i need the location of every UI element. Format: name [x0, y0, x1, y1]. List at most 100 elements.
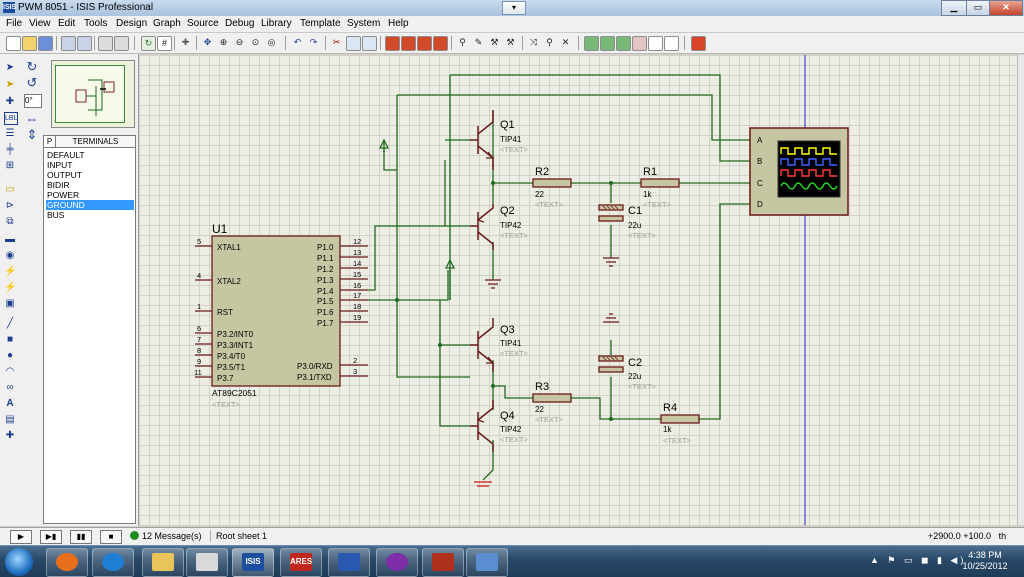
print-icon[interactable]	[98, 36, 113, 51]
terminal-item-default[interactable]: DEFAULT	[46, 150, 134, 160]
open-folder-icon[interactable]	[22, 36, 37, 51]
minimize-button[interactable]: ▁	[941, 0, 967, 16]
taskbar-keil[interactable]	[328, 548, 370, 577]
menu-system[interactable]: System	[347, 18, 380, 29]
export-icon[interactable]	[77, 36, 92, 51]
maximize-button[interactable]: ▭	[966, 0, 990, 16]
cut-icon[interactable]: ✂	[330, 36, 343, 49]
mirror-vertical-icon[interactable]: ⇕	[25, 128, 39, 142]
r2-resistor[interactable]	[532, 178, 572, 188]
bus-icon[interactable]: ╪	[4, 144, 16, 155]
save-icon[interactable]	[38, 36, 53, 51]
generator-icon[interactable]: ◉	[4, 250, 16, 261]
exit-to-parent-icon[interactable]	[616, 36, 631, 51]
print-area-icon[interactable]	[114, 36, 129, 51]
redo-icon[interactable]: ↷	[307, 36, 320, 49]
circle-tool-icon[interactable]: ●	[4, 350, 16, 361]
taskbar-messenger[interactable]	[376, 548, 418, 577]
menu-help[interactable]: Help	[388, 18, 409, 29]
taskbar-internet-explorer[interactable]	[92, 548, 134, 577]
grid-icon[interactable]: #	[157, 36, 172, 51]
ares-icon[interactable]	[691, 36, 706, 51]
block-move-icon[interactable]	[401, 36, 416, 51]
mirror-horizontal-icon[interactable]: ⇔	[25, 112, 39, 126]
pan-icon[interactable]: ✥	[201, 36, 214, 49]
overview-window[interactable]	[51, 60, 135, 128]
symbol-tool-icon[interactable]: ▤	[4, 414, 16, 425]
search-tag-icon[interactable]: ⚲	[543, 36, 556, 49]
block-copy-icon[interactable]	[385, 36, 400, 51]
terminal-item-input[interactable]: INPUT	[46, 160, 134, 170]
electrical-rules-icon[interactable]	[648, 36, 663, 51]
origin-icon[interactable]: ✚	[179, 36, 192, 49]
u1-chip[interactable]: U1 AT89C2051 <TEXT> 5 XTAL1 4 XTAL2 1 RS…	[194, 222, 368, 409]
taskbar-window[interactable]	[466, 548, 508, 577]
pick-device-icon[interactable]: ⚲	[456, 36, 469, 49]
terminal-item-ground[interactable]: GROUND	[46, 200, 134, 210]
menu-edit[interactable]: Edit	[58, 18, 75, 29]
taskbar-ares[interactable]: ARES	[280, 548, 322, 577]
virtual-instruments-icon[interactable]: ▣	[4, 298, 16, 309]
terminal-item-power[interactable]: POWER	[46, 190, 134, 200]
new-file-icon[interactable]	[6, 36, 21, 51]
refresh-icon[interactable]: ↻	[141, 36, 156, 51]
terminal-item-bidir[interactable]: BIDIR	[46, 180, 134, 190]
packaging-tool-icon[interactable]: ⚒	[488, 36, 501, 49]
paste-icon[interactable]	[362, 36, 377, 51]
subcircuit-icon[interactable]: ⊞	[4, 160, 16, 171]
line-tool-icon[interactable]: ╱	[4, 318, 16, 329]
device-pin-icon[interactable]: ⊳	[4, 200, 16, 211]
arc-tool-icon[interactable]: ◠	[4, 366, 16, 377]
component-mode-icon[interactable]: ➤	[4, 79, 16, 90]
schematic-canvas[interactable]: U1 AT89C2051 <TEXT> 5 XTAL1 4 XTAL2 1 RS…	[139, 55, 1017, 525]
bill-of-materials-icon[interactable]	[632, 36, 647, 51]
graph-mode-icon[interactable]: ⧉	[4, 216, 16, 227]
menu-graph[interactable]: Graph	[153, 18, 181, 29]
path-tool-icon[interactable]: ∞	[4, 382, 16, 393]
q1-transistor[interactable]	[470, 110, 495, 170]
property-tool-icon[interactable]: ✕	[559, 36, 572, 49]
start-button[interactable]	[5, 548, 33, 576]
menu-view[interactable]: View	[29, 18, 51, 29]
title-dropdown-button[interactable]: ▾	[502, 1, 526, 15]
taskbar-explorer[interactable]	[142, 548, 184, 577]
taskbar-clock[interactable]: 4:38 PM 10/25/2012	[960, 550, 1010, 572]
terminal-item-output[interactable]: OUTPUT	[46, 170, 134, 180]
pause-button[interactable]: ▮▮	[70, 530, 92, 544]
r1-resistor[interactable]	[640, 178, 680, 188]
menu-file[interactable]: File	[6, 18, 22, 29]
tape-recorder-icon[interactable]: ▬	[4, 234, 16, 245]
message-count[interactable]: 12 Message(s)	[130, 531, 202, 541]
step-button[interactable]: ▶▮	[40, 530, 62, 544]
play-button[interactable]: ▶	[10, 530, 32, 544]
wire-label-icon[interactable]: LBL	[4, 112, 18, 125]
rotate-clockwise-icon[interactable]: ↻	[25, 60, 39, 74]
import-icon[interactable]	[61, 36, 76, 51]
menu-library[interactable]: Library	[261, 18, 292, 29]
r3-resistor[interactable]	[532, 393, 572, 403]
current-probe-icon[interactable]: ⚡	[4, 282, 16, 293]
zoom-area-icon[interactable]: ◎	[265, 36, 278, 49]
taskbar-winrar[interactable]	[422, 548, 464, 577]
menu-debug[interactable]: Debug	[225, 18, 254, 29]
menu-template[interactable]: Template	[300, 18, 341, 29]
c2-capacitor[interactable]	[598, 355, 624, 373]
decompose-icon[interactable]: ⚒	[504, 36, 517, 49]
menu-tools[interactable]: Tools	[84, 18, 107, 29]
oscilloscope-instrument[interactable]: A B C D	[749, 127, 849, 216]
copy-icon[interactable]	[346, 36, 361, 51]
remove-sheet-icon[interactable]	[600, 36, 615, 51]
stop-button[interactable]: ■	[100, 530, 122, 544]
selection-mode-icon[interactable]: ➤	[4, 62, 16, 73]
netlist-icon[interactable]	[664, 36, 679, 51]
q3-transistor[interactable]	[470, 318, 495, 372]
c1-capacitor[interactable]	[598, 204, 624, 222]
vertical-scrollbar[interactable]	[1017, 55, 1024, 525]
text-tool-icon[interactable]: A	[4, 398, 16, 409]
taskbar-calculator[interactable]	[186, 548, 228, 577]
taskbar-firefox[interactable]	[46, 548, 88, 577]
undo-icon[interactable]: ↶	[291, 36, 304, 49]
make-device-icon[interactable]: ✎	[472, 36, 485, 49]
terminal-item-bus[interactable]: BUS	[46, 210, 134, 220]
menu-source[interactable]: Source	[187, 18, 219, 29]
